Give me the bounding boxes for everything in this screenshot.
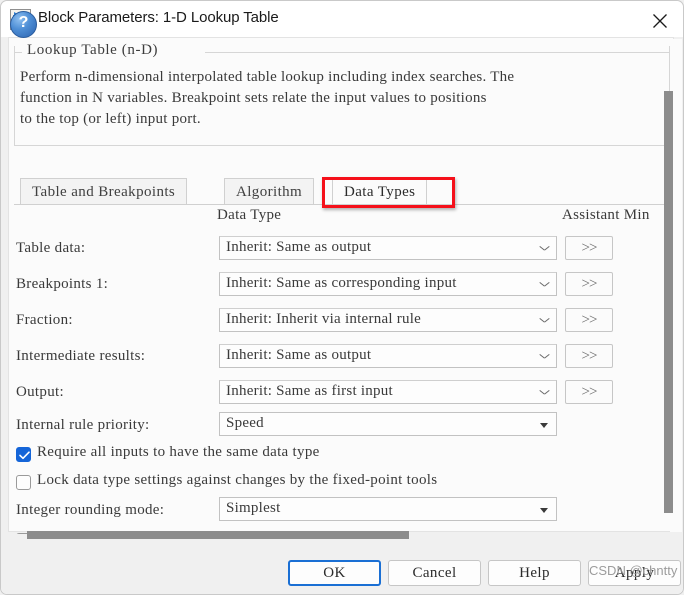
advanced-button-breakpoints-1[interactable]: >> [565,272,613,296]
combo-integer-rounding-mode-value: Simplest [226,500,281,516]
horizontal-scrollbar-thumb[interactable] [27,531,409,539]
block-parameters-dialog: Block Parameters: 1-D Lookup Table Looku… [0,0,684,595]
groupbox-legend: Lookup Table (n-D) [23,42,163,59]
checkbox-box [16,475,31,490]
block-description: Perform n-dimensional interpolated table… [20,67,670,130]
ok-button[interactable]: OK [288,560,381,586]
description-line-1: Perform n-dimensional interpolated table… [20,69,515,85]
combo-output-value: Inherit: Same as first input [226,383,393,399]
chevron-down-icon [540,354,549,359]
triangle-down-icon [540,508,548,513]
combo-internal-rule-priority[interactable]: Speed [219,412,557,436]
combo-intermediate-results-value: Inherit: Same as output [226,347,372,363]
label-fraction: Fraction: [16,312,73,328]
groupbox-border-left [14,52,22,53]
label-breakpoints-1: Breakpoints 1: [16,276,109,292]
column-header-assistant-min: Assistant Min [562,207,650,223]
combo-internal-rule-priority-value: Speed [226,415,264,431]
advanced-button-output[interactable]: >> [565,380,613,404]
combo-table-data-value: Inherit: Same as output [226,239,372,255]
description-line-2: function in N variables. Breakpoint sets… [20,90,487,106]
title-bar: Block Parameters: 1-D Lookup Table [1,1,683,37]
tab-table-and-breakpoints[interactable]: Table and Breakpoints [20,178,188,204]
checkbox-lock-data-type-settings-label: Lock data type settings against changes … [37,472,438,488]
chevron-down-icon [540,318,549,323]
triangle-down-icon [540,423,548,428]
dialog-body: Lookup Table (n-D) Perform n-dimensional… [1,37,683,556]
combo-fraction-value: Inherit: Inherit via internal rule [226,311,422,327]
advanced-button-table-data[interactable]: >> [565,236,613,260]
description-line-3: to the top (or left) input port. [20,111,201,127]
cancel-button[interactable]: Cancel [388,560,481,586]
label-integer-rounding-mode: Integer rounding mode: [16,502,165,518]
content-card: Lookup Table (n-D) Perform n-dimensional… [8,37,682,548]
label-output: Output: [16,384,64,400]
column-header-data-type: Data Type [217,207,282,223]
window-title: Block Parameters: 1-D Lookup Table [38,9,279,26]
label-internal-rule-priority: Internal rule priority: [16,417,150,433]
help-icon-button[interactable]: ? [10,11,37,38]
combo-intermediate-results[interactable]: Inherit: Same as output [219,344,557,368]
vertical-scrollbar-thumb[interactable] [664,91,673,513]
combo-integer-rounding-mode[interactable]: Simplest [219,497,557,521]
combo-output[interactable]: Inherit: Same as first input [219,380,557,404]
checkbox-box [16,447,31,462]
combo-breakpoints-1[interactable]: Inherit: Same as corresponding input [219,272,557,296]
help-glyph: ? [18,14,29,31]
groupbox-border-right [205,52,670,53]
advanced-button-intermediate-results[interactable]: >> [565,344,613,368]
combo-fraction[interactable]: Inherit: Inherit via internal rule [219,308,557,332]
tab-strip: Table and Breakpoints Algorithm Data Typ… [14,178,670,205]
label-intermediate-results: Intermediate results: [16,348,146,364]
combo-breakpoints-1-value: Inherit: Same as corresponding input [226,275,457,291]
advanced-button-fraction[interactable]: >> [565,308,613,332]
combo-table-data[interactable]: Inherit: Same as output [219,236,557,260]
chevron-down-icon [540,390,549,395]
close-icon[interactable] [637,2,683,36]
tab-data-types[interactable]: Data Types [332,178,428,204]
checkbox-require-same-data-type-label: Require all inputs to have the same data… [37,444,320,460]
help-button[interactable]: Help [488,560,581,586]
label-table-data: Table data: [16,240,86,256]
tab-algorithm[interactable]: Algorithm [224,178,315,204]
chevron-down-icon [540,246,549,251]
chevron-down-icon [540,282,549,287]
apply-button[interactable]: Apply [588,560,681,586]
